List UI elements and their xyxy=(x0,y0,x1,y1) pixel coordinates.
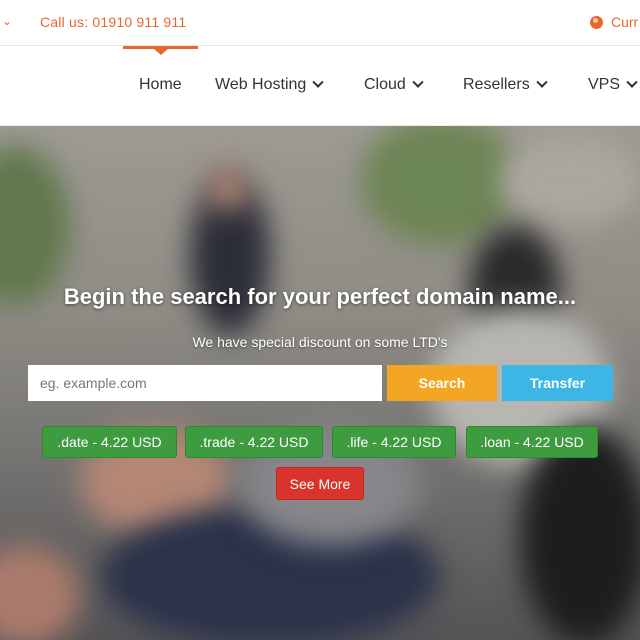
tld-button-trade[interactable]: .trade - 4.22 USD xyxy=(185,426,323,458)
top-bar: ⌄ Call us: 01910 911 911 Curr xyxy=(0,0,640,46)
transfer-button[interactable]: Transfer xyxy=(502,365,613,401)
nav-item-label: VPS xyxy=(588,76,621,93)
nav-item-vps[interactable]: VPS xyxy=(588,76,638,94)
nav-item-label: Web Hosting xyxy=(215,76,307,93)
search-button[interactable]: Search xyxy=(387,365,497,401)
call-us-text[interactable]: Call us: 01910 911 911 xyxy=(40,14,186,30)
tld-button-date[interactable]: .date - 4.22 USD xyxy=(42,426,177,458)
nav-item-web-hosting[interactable]: Web Hosting xyxy=(215,76,324,94)
nav-item-label: Cloud xyxy=(364,76,406,93)
currency-label: Curr xyxy=(611,14,639,30)
see-more-button[interactable]: See More xyxy=(276,467,364,500)
chevron-down-icon xyxy=(412,76,424,88)
tld-button-life[interactable]: .life - 4.22 USD xyxy=(332,426,456,458)
chevron-down-icon xyxy=(312,76,324,88)
hero-section: Begin the search for your perfect domain… xyxy=(0,126,640,640)
nav-item-resellers[interactable]: Resellers xyxy=(463,76,548,94)
currency-selector[interactable]: Curr xyxy=(590,14,638,30)
domain-search-input[interactable] xyxy=(28,365,382,401)
nav-item-label: Home xyxy=(139,76,182,93)
nav-item-home[interactable]: Home xyxy=(139,76,182,94)
main-nav: Home Web Hosting Cloud Resellers VPS xyxy=(0,46,640,126)
chevron-down-icon xyxy=(626,76,638,88)
tld-button-loan[interactable]: .loan - 4.22 USD xyxy=(466,426,598,458)
chevron-down-icon xyxy=(536,76,548,88)
chevron-down-icon[interactable]: ⌄ xyxy=(2,14,12,28)
active-nav-indicator xyxy=(123,46,198,55)
hero-subtitle: We have special discount on some LTD's xyxy=(192,334,448,350)
hero-title: Begin the search for your perfect domain… xyxy=(63,284,577,309)
nav-item-label: Resellers xyxy=(463,76,530,93)
nav-item-cloud[interactable]: Cloud xyxy=(364,76,424,94)
globe-icon xyxy=(590,16,603,29)
